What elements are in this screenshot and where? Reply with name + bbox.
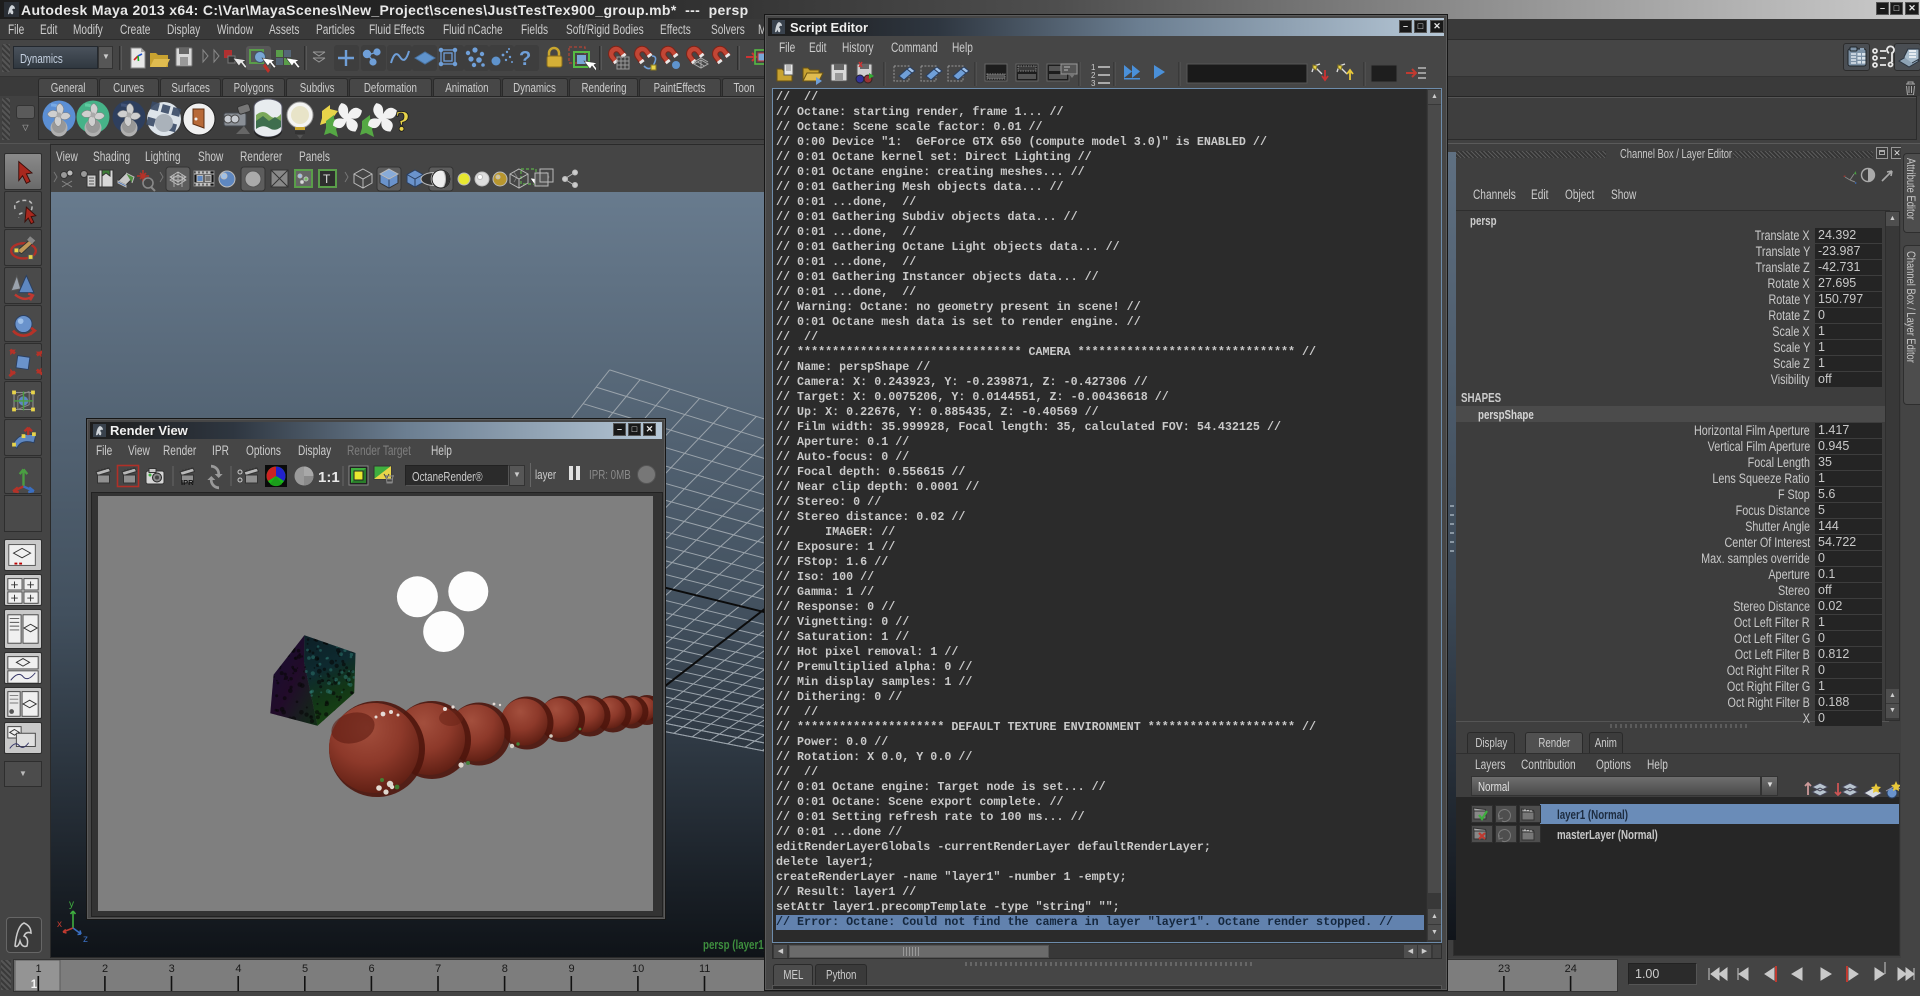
svg-text:1:1: 1:1 [318,469,340,486]
svg-text:x: x [57,919,62,930]
svg-text:?: ? [519,48,531,70]
svg-text:5: 5 [302,963,308,975]
svg-text:?: ? [395,105,410,138]
svg-text:2: 2 [102,963,108,975]
svg-text:1: 1 [31,979,38,991]
svg-text:6: 6 [369,963,375,975]
svg-text:IPR: IPR [181,478,194,487]
svg-text:3: 3 [1091,79,1096,88]
svg-text:T: T [323,172,331,186]
svg-text:23: 23 [1498,963,1510,975]
svg-text:9: 9 [568,963,574,975]
svg-text:7: 7 [435,963,441,975]
svg-text:4: 4 [235,963,241,975]
svg-text:z: z [83,934,88,943]
svg-text:8: 8 [502,963,508,975]
svg-text:1: 1 [35,963,41,975]
svg-text:10: 10 [632,963,644,975]
svg-text:24: 24 [1565,963,1577,975]
svg-text:11: 11 [699,963,710,975]
svg-text:y: y [69,899,74,910]
svg-text:3: 3 [169,963,175,975]
